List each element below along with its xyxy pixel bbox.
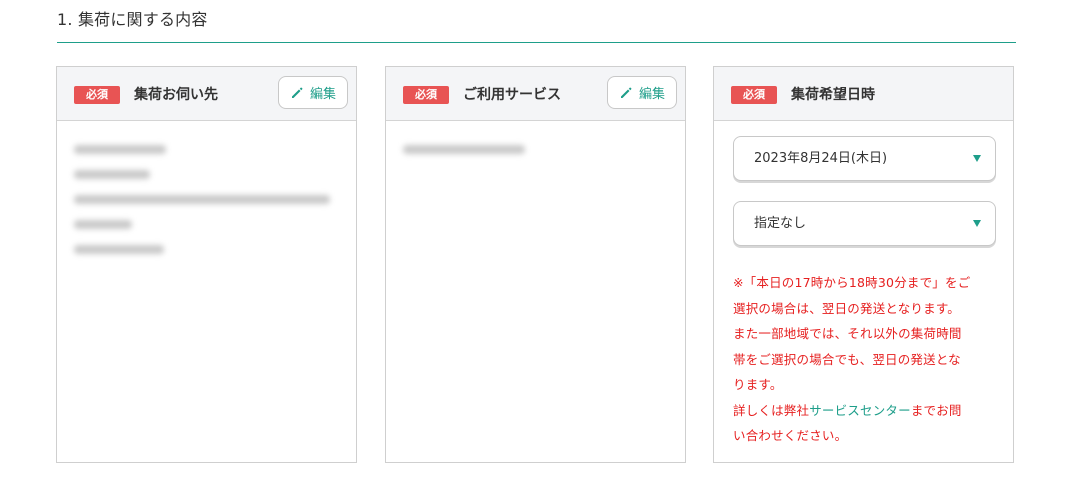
pickup-datetime-title: 集荷希望日時 xyxy=(791,87,875,103)
required-badge: 必須 xyxy=(731,86,777,104)
pickup-time-select[interactable]: 指定なし xyxy=(733,201,996,246)
redacted-text-line xyxy=(74,170,150,179)
triangle-down-icon xyxy=(973,220,981,227)
redacted-text-line xyxy=(403,145,525,154)
notice-line: ※「本日の17時から18時30分まで」をご xyxy=(733,275,971,290)
pickup-time-value: 指定なし xyxy=(754,216,807,231)
section-title: 1. 集荷に関する内容 xyxy=(57,10,208,29)
pickup-date-select[interactable]: 2023年8月24日(木日) xyxy=(733,136,996,181)
service-header: 必須 ご利用サービス 編集 xyxy=(386,67,685,121)
edit-pickup-location-button[interactable]: 編集 xyxy=(278,76,348,109)
notice-line: 詳しくは弊社サービスセンターまでお問 xyxy=(733,398,999,424)
service-title: ご利用サービス xyxy=(463,87,561,103)
pencil-icon xyxy=(619,86,633,100)
notice-line: い合わせください。 xyxy=(733,428,848,443)
service-details-redacted xyxy=(403,145,525,170)
pickup-location-header: 必須 集荷お伺い先 編集 xyxy=(57,67,356,121)
service-center-link[interactable]: サービスセンター xyxy=(809,403,911,418)
pickup-location-details-redacted xyxy=(74,145,330,270)
edit-label: 編集 xyxy=(309,87,336,102)
pencil-icon xyxy=(290,86,304,100)
redacted-text-line xyxy=(74,245,164,254)
edit-label: 編集 xyxy=(638,87,665,102)
notice-line: ります。 xyxy=(733,377,783,392)
required-badge: 必須 xyxy=(403,86,449,104)
notice-text: までお問 xyxy=(910,402,962,418)
service-card: 必須 ご利用サービス 編集 xyxy=(385,66,686,463)
notice-line: 帯をご選択の場合でも、翌日の発送とな xyxy=(733,351,961,367)
section-divider xyxy=(57,42,1016,43)
notice-text: 詳しくは弊社 xyxy=(733,402,810,418)
pickup-location-card: 必須 集荷お伺い先 編集 xyxy=(56,66,357,463)
pickup-location-title: 集荷お伺い先 xyxy=(134,87,218,103)
triangle-down-icon xyxy=(973,155,981,162)
redacted-text-line xyxy=(74,220,132,229)
notice-line: また一部地域では、それ以外の集荷時間 xyxy=(733,326,962,341)
pickup-notice: ※「本日の17時から18時30分まで」をご 選択の場合は、翌日の発送となります。… xyxy=(733,270,999,449)
pickup-datetime-card: 必須 集荷希望日時 2023年8月24日(木日) 指定なし ※「本日の17時から… xyxy=(713,66,1014,463)
redacted-text-line xyxy=(74,195,330,204)
pickup-datetime-header: 必須 集荷希望日時 xyxy=(714,67,1013,121)
edit-service-button[interactable]: 編集 xyxy=(607,76,677,109)
redacted-text-line xyxy=(74,145,166,154)
required-badge: 必須 xyxy=(74,86,120,104)
notice-line: 選択の場合は、翌日の発送となります。 xyxy=(733,300,960,316)
pickup-date-value: 2023年8月24日(木日) xyxy=(754,151,888,166)
